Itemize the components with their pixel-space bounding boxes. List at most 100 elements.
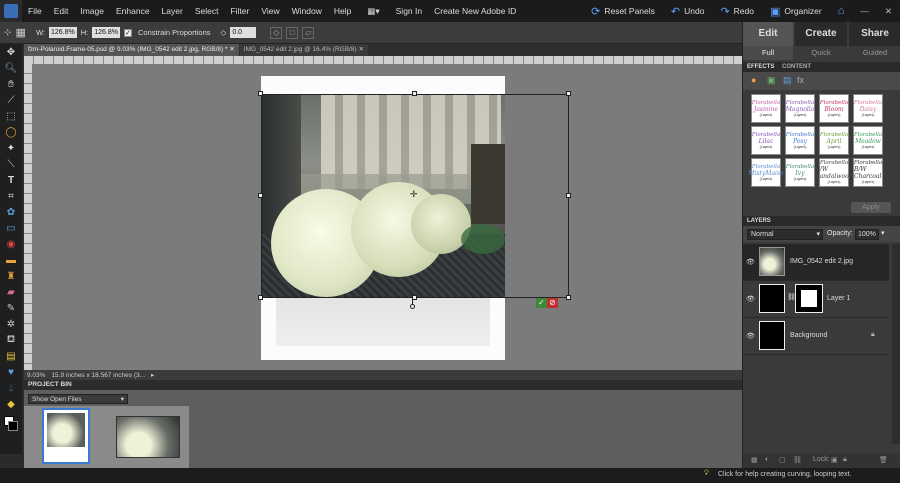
- create-id-link[interactable]: Create New Adobe ID: [428, 0, 522, 22]
- minimize-button[interactable]: —: [852, 6, 877, 16]
- tab-img-0542[interactable]: IMG_0542 edit 2.jpg @ 16.4% (RGB/8) ✕: [239, 44, 368, 56]
- sponge-tool-icon[interactable]: ◆: [0, 396, 22, 412]
- menu-image[interactable]: Image: [74, 0, 110, 22]
- menu-edit[interactable]: Edit: [48, 0, 75, 22]
- layer-row-layer1[interactable]: 👁︎ ⛓ Layer 1: [743, 281, 889, 318]
- scale-button[interactable]: □: [286, 26, 299, 39]
- height-field[interactable]: 126.8%: [92, 27, 120, 38]
- magic-wand-icon[interactable]: ✦: [0, 140, 22, 156]
- lock-transparency-icon[interactable]: ▣: [831, 456, 838, 464]
- smart-brush-icon[interactable]: ✲: [0, 316, 22, 332]
- tab-edit[interactable]: Edit: [743, 22, 793, 46]
- effect-thumbnail[interactable]: Florabella Meadow (Layers): [853, 126, 883, 155]
- transform-handle[interactable]: [258, 91, 263, 96]
- eraser-icon[interactable]: ▰: [0, 284, 22, 300]
- paint-bucket-icon[interactable]: ⛾: [0, 332, 22, 348]
- type-tool-icon[interactable]: T: [0, 172, 22, 188]
- transform-handle[interactable]: [258, 295, 263, 300]
- zoom-tool-icon[interactable]: 🔍︎: [0, 60, 22, 76]
- close-button[interactable]: ✕: [877, 6, 900, 17]
- effect-thumbnail[interactable]: Florabella Daisy (Layers): [853, 94, 883, 123]
- eyedropper-icon[interactable]: ⟋: [0, 92, 22, 108]
- hand-tool-icon[interactable]: ✋︎: [0, 76, 22, 92]
- transform-handle[interactable]: [258, 193, 263, 198]
- effect-thumbnail[interactable]: Florabella B/W Sandalwood (Layers): [815, 158, 853, 187]
- sign-in-link[interactable]: Sign In: [390, 0, 428, 22]
- bin-thumbnail[interactable]: [42, 408, 90, 464]
- menu-window[interactable]: Window: [286, 0, 328, 22]
- menu-filter[interactable]: Filter: [224, 0, 255, 22]
- marquee-icon[interactable]: ⬚: [0, 108, 22, 124]
- color-swatch-icon[interactable]: [0, 412, 22, 440]
- effect-thumbnail[interactable]: Florabella Posy (Layers): [785, 126, 815, 155]
- tab-share[interactable]: Share: [849, 22, 900, 46]
- opacity-slider-icon[interactable]: ▾: [881, 229, 885, 237]
- width-field[interactable]: 126.8%: [48, 27, 77, 38]
- eye-icon[interactable]: 👁︎: [746, 258, 755, 266]
- lock-all-icon[interactable]: 🔒︎: [843, 456, 847, 464]
- link-layers-icon[interactable]: ⛓: [793, 456, 802, 464]
- panel-scrollbar[interactable]: [892, 244, 900, 444]
- filters-icon[interactable]: ▤: [783, 75, 792, 86]
- rotate-button[interactable]: ◇: [270, 26, 283, 39]
- canvas-area[interactable]: ✛ ✓ ⊘: [24, 56, 742, 370]
- effect-thumbnail[interactable]: Florabella MistyMaise (Layers): [748, 158, 784, 187]
- home-button[interactable]: ⌂: [830, 5, 853, 17]
- gradient-icon[interactable]: ▤: [0, 348, 22, 364]
- new-adjustment-icon[interactable]: ◐: [765, 456, 769, 463]
- effect-thumbnail[interactable]: Florabella Lilac (Layers): [751, 126, 781, 155]
- tab-polaroid-frame[interactable]: fzm-Polaroid.Frame-05.psd @ 9.03% (IMG_0…: [24, 44, 239, 56]
- workspace-icon[interactable]: ▦▾: [357, 0, 389, 22]
- new-layer-icon[interactable]: ▦: [751, 456, 758, 464]
- angle-field[interactable]: 0.0: [230, 27, 257, 38]
- menu-select[interactable]: Select: [189, 0, 225, 22]
- menu-file[interactable]: File: [22, 0, 48, 22]
- eye-icon[interactable]: 👁︎: [746, 332, 755, 340]
- apply-button[interactable]: Apply: [851, 202, 891, 213]
- effect-thumbnail[interactable]: Florabella Jasmine (Layers): [751, 94, 781, 123]
- red-eye-icon[interactable]: ◉: [0, 236, 22, 252]
- cookie-cutter-icon[interactable]: ✿: [0, 204, 22, 220]
- blur-tool-icon[interactable]: 💧︎: [0, 380, 22, 396]
- layer-row-photo[interactable]: 👁︎ IMG_0542 edit 2.jpg: [743, 244, 889, 281]
- redo-button[interactable]: ↷ Redo: [712, 5, 762, 18]
- shape-tool-icon[interactable]: ♥: [0, 364, 22, 380]
- transform-handle[interactable]: [412, 91, 417, 96]
- organizer-button[interactable]: ▣ Organizer: [762, 5, 830, 18]
- menu-enhance[interactable]: Enhance: [110, 0, 156, 22]
- menu-help[interactable]: Help: [328, 0, 357, 22]
- constrain-checkbox[interactable]: ✓: [123, 28, 132, 37]
- bin-thumbnail[interactable]: [116, 416, 180, 458]
- zoom-level[interactable]: 9.03%: [27, 372, 45, 379]
- effect-thumbnail[interactable]: Florabella Magnolia (Layers): [785, 94, 815, 123]
- subtab-guided[interactable]: Guided: [849, 46, 900, 60]
- transform-handle[interactable]: [566, 193, 571, 198]
- layer-row-background[interactable]: 👁︎ Background 🔒︎: [743, 318, 889, 355]
- crop-tool-icon[interactable]: ⌗: [0, 188, 22, 204]
- move-tool-icon[interactable]: ✥: [0, 44, 22, 60]
- trash-icon[interactable]: 🗑︎: [879, 456, 888, 464]
- menu-layer[interactable]: Layer: [156, 0, 189, 22]
- bin-show-select[interactable]: Show Open Files ▾: [28, 394, 128, 404]
- menu-view[interactable]: View: [255, 0, 285, 22]
- cancel-transform-button[interactable]: ⊘: [547, 298, 558, 308]
- tab-effects[interactable]: EFFECTS: [747, 64, 774, 70]
- brush-icon[interactable]: ✎: [0, 300, 22, 316]
- subtab-quick[interactable]: Quick: [795, 46, 847, 60]
- tab-create[interactable]: Create: [795, 22, 847, 46]
- selection-brush-icon[interactable]: ⟍: [0, 156, 22, 172]
- grid-icon[interactable]: ▦: [16, 26, 26, 39]
- eye-icon[interactable]: 👁︎: [746, 295, 755, 303]
- help-text[interactable]: Click for help creating curving, looping…: [718, 471, 851, 478]
- undo-button[interactable]: ↶ Undo: [663, 5, 713, 18]
- transform-center-icon[interactable]: ✛: [410, 189, 418, 200]
- effect-thumbnail[interactable]: Florabella Ivy (Layers): [785, 158, 815, 187]
- mask-icon[interactable]: ▢: [779, 456, 786, 464]
- close-tab-icon[interactable]: ✕: [358, 46, 363, 53]
- effect-thumbnail[interactable]: Florabella B/W Charcoal (Layers): [853, 158, 883, 187]
- transform-handle[interactable]: [566, 295, 571, 300]
- reset-panels-button[interactable]: ⟳ Reset Panels: [583, 5, 663, 18]
- tab-content[interactable]: CONTENT: [782, 64, 811, 70]
- tool-preset-icon[interactable]: ⊹: [4, 27, 12, 38]
- commit-transform-button[interactable]: ✓: [536, 298, 547, 308]
